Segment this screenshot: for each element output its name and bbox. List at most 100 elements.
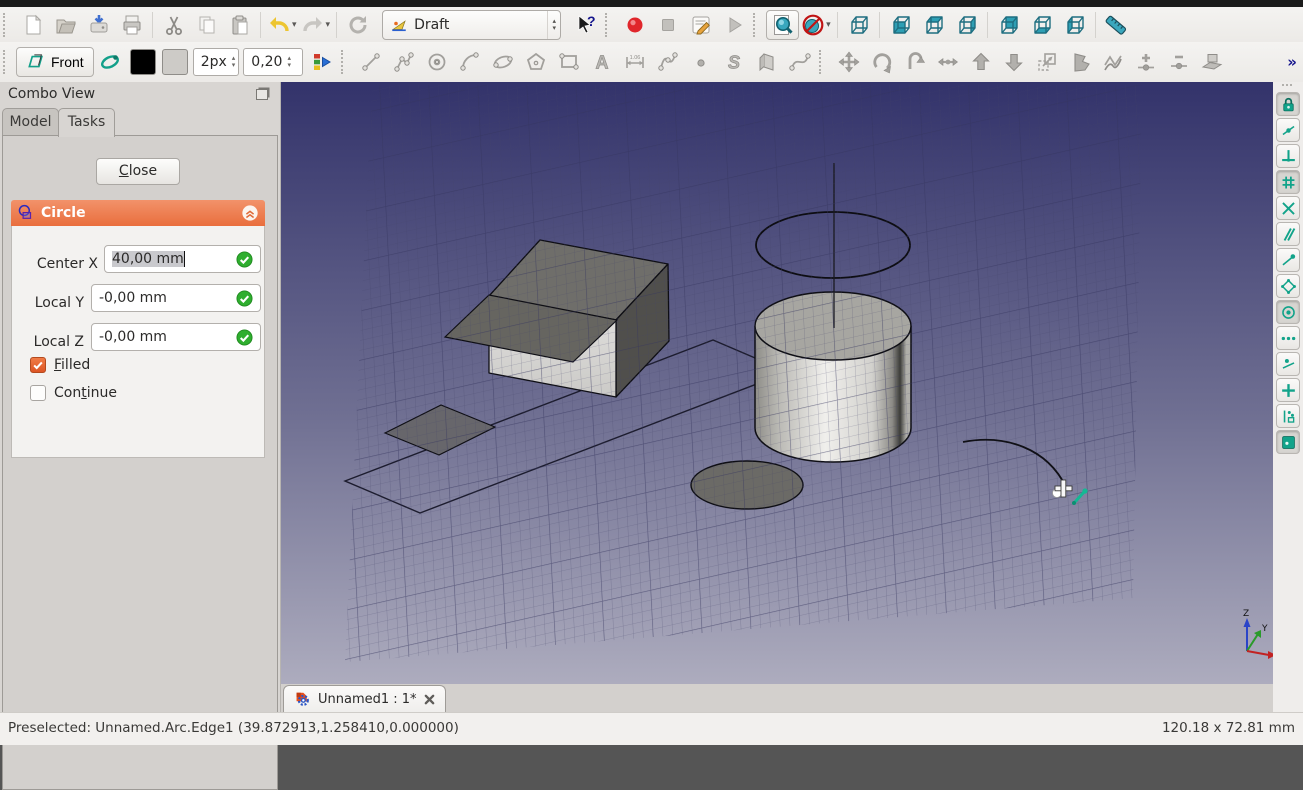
snap-midpoint-button[interactable] (1276, 118, 1300, 142)
circle-task-header[interactable]: Circle (11, 200, 265, 226)
snap-intersection-button[interactable] (1276, 196, 1300, 220)
float-panel-icon[interactable] (256, 89, 268, 100)
view-top-button[interactable] (917, 10, 950, 40)
view-axonometric-button[interactable] (842, 10, 875, 40)
snap-endpoint-button[interactable] (1276, 248, 1300, 272)
toolbar-handle[interactable] (3, 50, 11, 74)
draft-dimension-button[interactable]: 1.06 (618, 47, 651, 77)
draft-polyline-button[interactable] (387, 47, 420, 77)
snap-perpendicular-button[interactable] (1276, 144, 1300, 168)
toolbar-handle[interactable] (3, 12, 11, 37)
snap-ortho-button[interactable] (1276, 378, 1300, 402)
draft-line-button[interactable] (354, 47, 387, 77)
draw-style-button-dropdown-arrow[interactable]: ▾ (826, 19, 831, 30)
continue-checkbox[interactable] (30, 385, 46, 401)
macro-stop-button[interactable] (651, 10, 684, 40)
save-file-button[interactable] (82, 10, 115, 40)
view-bottom-button[interactable] (1025, 10, 1058, 40)
paste-button[interactable] (223, 10, 256, 40)
line-width-spinbox-arrows[interactable]: ▴ ▾ (232, 55, 236, 69)
snap-grid-button[interactable] (1276, 170, 1300, 194)
draft-circle-button[interactable] (420, 47, 453, 77)
draft-text-button[interactable]: A (585, 47, 618, 77)
macro-record-button[interactable] (618, 10, 651, 40)
collapse-task-icon[interactable] (241, 204, 259, 222)
document-tab[interactable]: Unnamed1 : 1* (283, 685, 446, 712)
redo-button-dropdown-arrow[interactable]: ▾ (326, 19, 331, 30)
draft-move-button[interactable] (832, 47, 865, 77)
print-button[interactable] (115, 10, 148, 40)
working-plane-button[interactable]: Front (16, 47, 94, 77)
copy-button[interactable] (190, 10, 223, 40)
redo-button[interactable]: ▾ (299, 10, 333, 40)
draft-point-button[interactable] (684, 47, 717, 77)
filled-checkbox[interactable] (30, 357, 46, 373)
snap-toolbar-handle[interactable] (1282, 84, 1292, 91)
draft-rotate-button[interactable] (865, 47, 898, 77)
whats-this-button[interactable]: ? (569, 10, 602, 40)
macro-edit-button[interactable] (684, 10, 717, 40)
draft-ellipse-button[interactable] (486, 47, 519, 77)
draft-to-sketch-button[interactable] (1195, 47, 1228, 77)
workbench-selector[interactable]: Draft ▴ ▾ (382, 9, 562, 40)
draft-delete-point-button[interactable] (1162, 47, 1195, 77)
text-scale-spinbox[interactable]: 0,20 ▴ ▾ (243, 48, 304, 76)
new-file-button[interactable] (16, 10, 49, 40)
cut-button[interactable] (157, 10, 190, 40)
draft-rectangle-button[interactable] (552, 47, 585, 77)
draft-wire-to-bspline-button[interactable] (1096, 47, 1129, 77)
draft-bezier-button[interactable] (783, 47, 816, 77)
draft-facebinder-button[interactable] (750, 47, 783, 77)
measure-distance-button[interactable] (1100, 10, 1133, 40)
field-input-1[interactable]: -0,00 mm (91, 284, 261, 312)
snap-center-button[interactable] (1276, 300, 1300, 324)
combo-spin-arrows[interactable]: ▴ ▾ (546, 10, 556, 39)
draft-upgrade-button[interactable] (964, 47, 997, 77)
draft-polygon-button[interactable] (519, 47, 552, 77)
apply-style-button[interactable] (305, 47, 338, 77)
close-task-button[interactable]: Close (96, 158, 180, 185)
construction-mode-button[interactable] (94, 47, 127, 77)
view-front-button[interactable] (884, 10, 917, 40)
close-tab-icon[interactable] (424, 694, 435, 705)
draft-arc-button[interactable] (453, 47, 486, 77)
draw-style-button[interactable]: ▾ (799, 10, 833, 40)
snap-lock-button[interactable] (1276, 92, 1300, 116)
draft-downgrade-button[interactable] (997, 47, 1030, 77)
tab-tasks[interactable]: Tasks (58, 108, 115, 137)
snap-working-plane-button[interactable] (1276, 430, 1300, 454)
draft-scale-button[interactable] (1030, 47, 1063, 77)
draft-trimex-button[interactable] (931, 47, 964, 77)
refresh-button[interactable] (341, 10, 374, 40)
view-left-button[interactable] (1058, 10, 1091, 40)
line-color-swatch[interactable] (127, 47, 159, 77)
undo-button[interactable]: ▾ (265, 10, 299, 40)
field-input-0[interactable]: 40,00 mm (104, 245, 261, 273)
view-rear-button[interactable] (992, 10, 1025, 40)
draft-edit-button[interactable] (1063, 47, 1096, 77)
view-right-button[interactable] (950, 10, 983, 40)
toolbar-overflow-button[interactable]: » (1287, 53, 1297, 71)
text-scale-spinbox-arrows[interactable]: ▴ ▾ (287, 55, 291, 69)
macro-play-button[interactable] (717, 10, 750, 40)
fit-all-button[interactable] (766, 9, 800, 40)
toolbar-handle[interactable] (753, 12, 761, 37)
snap-extension-button[interactable] (1276, 326, 1300, 350)
field-input-2[interactable]: -0,00 mm (91, 323, 261, 351)
toolbar-handle[interactable] (605, 12, 613, 37)
draft-bspline-button[interactable] (651, 47, 684, 77)
snap-angle-button[interactable] (1276, 274, 1300, 298)
draft-offset-button[interactable] (898, 47, 931, 77)
draft-add-point-button[interactable] (1129, 47, 1162, 77)
3d-viewport[interactable]: Z Y X (281, 82, 1284, 684)
snap-near-button[interactable] (1276, 352, 1300, 376)
toolbar-handle[interactable] (819, 50, 827, 74)
face-color-swatch[interactable] (159, 47, 191, 77)
open-file-button[interactable] (49, 10, 82, 40)
line-width-spinbox[interactable]: 2px ▴ ▾ (192, 48, 240, 76)
tab-model[interactable]: Model (2, 108, 59, 135)
undo-button-dropdown-arrow[interactable]: ▾ (292, 19, 297, 30)
toolbar-handle[interactable] (341, 50, 349, 74)
draft-shapestring-button[interactable]: S (717, 47, 750, 77)
snap-special-button[interactable] (1276, 404, 1300, 428)
